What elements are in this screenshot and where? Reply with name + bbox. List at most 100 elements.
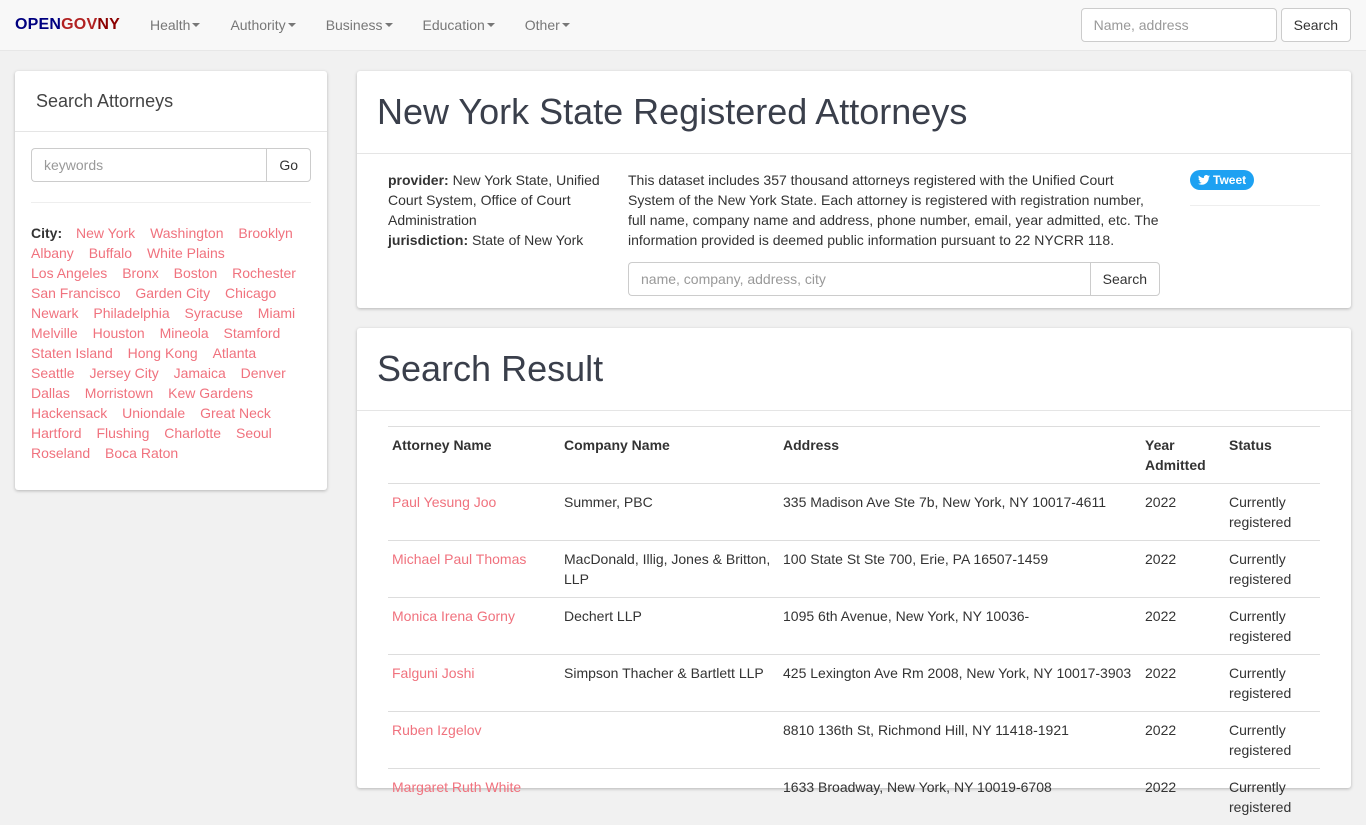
attorney-name-cell: Michael Paul Thomas bbox=[388, 541, 560, 598]
attorney-link[interactable]: Falguni Joshi bbox=[392, 665, 475, 681]
table-row: Paul Yesung JooSummer, PBC335 Madison Av… bbox=[388, 484, 1320, 541]
city-link[interactable]: Great Neck bbox=[200, 403, 271, 423]
column-header-company-name: Company Name bbox=[560, 427, 779, 484]
table-row: Margaret Ruth White1633 Broadway, New Yo… bbox=[388, 769, 1320, 825]
table-row: Ruben Izgelov 8810 136th St, Richmond Hil… bbox=[388, 712, 1320, 769]
city-link[interactable]: Boston bbox=[174, 263, 218, 283]
nav-menu: Health Authority Business Education Othe… bbox=[135, 17, 585, 33]
jurisdiction-label: jurisdiction: bbox=[388, 232, 468, 248]
nav-search-button[interactable]: Search bbox=[1281, 8, 1351, 42]
city-link[interactable]: San Francisco bbox=[31, 283, 120, 303]
city-link[interactable]: Houston bbox=[93, 323, 145, 343]
divider bbox=[1190, 205, 1320, 206]
go-button[interactable]: Go bbox=[266, 148, 311, 182]
attorney-name-cell: Margaret Ruth White bbox=[388, 769, 560, 825]
address-cell: 1095 6th Avenue, New York, NY 10036- bbox=[779, 598, 1141, 655]
city-link[interactable]: Albany bbox=[31, 243, 74, 263]
status-cell: Currently registered bbox=[1225, 769, 1320, 825]
city-link[interactable]: Boca Raton bbox=[105, 443, 178, 463]
column-header-year-admitted: Year Admitted bbox=[1141, 427, 1225, 484]
city-link[interactable]: Atlanta bbox=[213, 343, 257, 363]
company-name-cell: Simpson Thacher & Bartlett LLP bbox=[560, 655, 779, 712]
city-link[interactable]: Flushing bbox=[96, 423, 149, 443]
city-link[interactable]: Chicago bbox=[225, 283, 276, 303]
jurisdiction-value: State of New York bbox=[472, 232, 583, 248]
city-link[interactable]: Syracuse bbox=[185, 303, 243, 323]
company-name-cell bbox=[560, 769, 779, 825]
city-link[interactable]: Hackensack bbox=[31, 403, 107, 423]
city-link[interactable]: Kew Gardens bbox=[168, 383, 253, 403]
city-link[interactable]: Uniondale bbox=[122, 403, 185, 423]
city-link[interactable]: Los Angeles bbox=[31, 263, 107, 283]
city-link[interactable]: Seoul bbox=[236, 423, 272, 443]
nav-item-label: Health bbox=[150, 17, 190, 33]
city-link[interactable]: Rochester bbox=[232, 263, 296, 283]
brand-part-ny: NY bbox=[97, 16, 120, 33]
company-name-cell: Dechert LLP bbox=[560, 598, 779, 655]
city-link[interactable]: Newark bbox=[31, 303, 78, 323]
year-admitted-cell: 2022 bbox=[1141, 598, 1225, 655]
city-link[interactable]: Stamford bbox=[224, 323, 281, 343]
nav-item-health[interactable]: Health bbox=[135, 17, 215, 33]
city-link[interactable]: Jamaica bbox=[174, 363, 226, 383]
company-name-cell: MacDonald, Illig, Jones & Britton, LLP bbox=[560, 541, 779, 598]
nav-item-label: Other bbox=[525, 17, 560, 33]
attorney-name-cell: Paul Yesung Joo bbox=[388, 484, 560, 541]
nav-item-other[interactable]: Other bbox=[510, 17, 585, 33]
nav-item-education[interactable]: Education bbox=[408, 17, 510, 33]
nav-search-input[interactable] bbox=[1081, 8, 1277, 42]
address-cell: 8810 136th St, Richmond Hill, NY 11418-1… bbox=[779, 712, 1141, 769]
city-link[interactable]: Washington bbox=[150, 223, 223, 243]
attorney-link[interactable]: Paul Yesung Joo bbox=[392, 494, 496, 510]
city-link[interactable]: Melville bbox=[31, 323, 78, 343]
status-cell: Currently registered bbox=[1225, 484, 1320, 541]
status-cell: Currently registered bbox=[1225, 655, 1320, 712]
city-link[interactable]: Hartford bbox=[31, 423, 82, 443]
results-table: Attorney Name Company Name Address Year … bbox=[388, 426, 1320, 825]
city-link[interactable]: Miami bbox=[258, 303, 295, 323]
city-link[interactable]: Dallas bbox=[31, 383, 70, 403]
twitter-bird-icon bbox=[1198, 175, 1210, 185]
city-list: City: New York Washington Brooklyn Alban… bbox=[31, 223, 311, 463]
city-link[interactable]: Mineola bbox=[160, 323, 209, 343]
attorney-name-cell: Falguni Joshi bbox=[388, 655, 560, 712]
city-link[interactable]: Denver bbox=[241, 363, 286, 383]
keywords-input[interactable] bbox=[31, 148, 266, 182]
attorney-link[interactable]: Margaret Ruth White bbox=[392, 779, 521, 795]
tweet-label: Tweet bbox=[1213, 173, 1246, 187]
city-link[interactable]: Seattle bbox=[31, 363, 75, 383]
city-link[interactable]: Roseland bbox=[31, 443, 90, 463]
city-link[interactable]: Hong Kong bbox=[128, 343, 198, 363]
city-link[interactable]: Charlotte bbox=[164, 423, 221, 443]
nav-item-authority[interactable]: Authority bbox=[215, 17, 310, 33]
city-link[interactable]: Garden City bbox=[135, 283, 210, 303]
city-link[interactable]: Jersey City bbox=[89, 363, 158, 383]
table-row: Falguni Joshi Simpson Thacher & Bartlett … bbox=[388, 655, 1320, 712]
attorney-link[interactable]: Monica Irena Gorny bbox=[392, 608, 515, 624]
city-link[interactable]: Buffalo bbox=[89, 243, 132, 263]
city-link[interactable]: Staten Island bbox=[31, 343, 113, 363]
dataset-search-button[interactable]: Search bbox=[1090, 262, 1160, 296]
nav-item-business[interactable]: Business bbox=[311, 17, 408, 33]
caret-down-icon bbox=[385, 23, 393, 27]
year-admitted-cell: 2022 bbox=[1141, 484, 1225, 541]
column-header-address: Address bbox=[779, 427, 1141, 484]
city-link[interactable]: Philadelphia bbox=[93, 303, 169, 323]
status-cell: Currently registered bbox=[1225, 598, 1320, 655]
brand-logo[interactable]: OPENGOVNY bbox=[15, 16, 120, 34]
city-link[interactable]: Brooklyn bbox=[238, 223, 292, 243]
attorney-link[interactable]: Michael Paul Thomas bbox=[392, 551, 526, 567]
tweet-button[interactable]: Tweet bbox=[1190, 170, 1254, 190]
status-cell: Currently registered bbox=[1225, 712, 1320, 769]
city-link[interactable]: Morristown bbox=[85, 383, 153, 403]
company-name-cell bbox=[560, 712, 779, 769]
attorney-name-cell: Ruben Izgelov bbox=[388, 712, 560, 769]
brand-part-open: OPEN bbox=[15, 16, 61, 33]
attorney-link[interactable]: Ruben Izgelov bbox=[392, 722, 482, 738]
results-title: Search Result bbox=[357, 328, 1351, 411]
dataset-search-input[interactable] bbox=[628, 262, 1090, 296]
city-link[interactable]: White Plains bbox=[147, 243, 225, 263]
city-link[interactable]: Bronx bbox=[122, 263, 159, 283]
city-link[interactable]: New York bbox=[76, 223, 135, 243]
navbar: OPENGOVNY Health Authority Business Educ… bbox=[0, 0, 1366, 51]
